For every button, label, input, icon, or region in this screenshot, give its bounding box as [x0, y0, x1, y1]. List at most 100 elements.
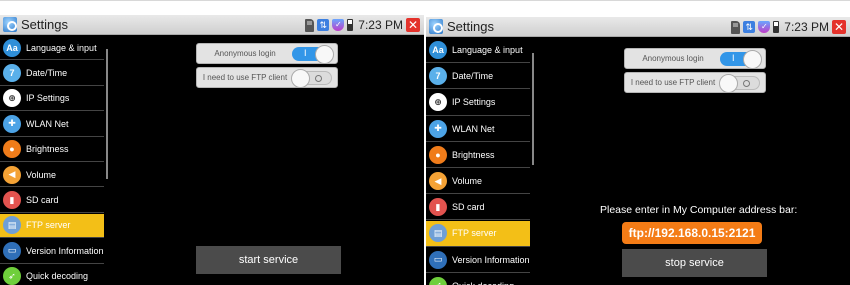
- sidebar-item-version-information[interactable]: ▭ Version Information: [0, 239, 104, 264]
- sidebar-item-label: WLAN Net: [452, 123, 495, 134]
- sidebar-item-label: Date/Time: [26, 68, 68, 79]
- anonymous-login-option[interactable]: Anonymous login: [624, 48, 766, 69]
- sidebar-item-label: Quick decoding: [26, 271, 89, 282]
- battery-icon: [773, 21, 780, 33]
- clock: 7:23 PM: [358, 18, 403, 32]
- anonymous-login-label: Anonymous login: [214, 49, 276, 58]
- calendar-icon: 7: [3, 64, 21, 83]
- sidebar-item-label: Language & input: [452, 45, 523, 56]
- ftp-client-option[interactable]: I need to use FTP client: [624, 72, 766, 93]
- sidebar-item-quick-decoding[interactable]: ➶ Quick decoding: [0, 265, 104, 285]
- status-bar: Settings ⇅ ✓ 7:23 PM ✕: [0, 15, 424, 35]
- sd-icon: ▮: [429, 198, 447, 217]
- sidebar-item-version-information[interactable]: ▭ Version Information: [426, 248, 530, 273]
- calendar-icon: 7: [429, 67, 447, 86]
- sidebar-item-label: Volume: [452, 176, 483, 187]
- sidebar-item-wlan-net[interactable]: ✚ WLAN Net: [426, 117, 530, 142]
- sidebar-item-label: Brightness: [452, 149, 495, 160]
- app-title: Settings: [447, 19, 494, 34]
- sd-card-icon: [305, 18, 315, 32]
- sidebar-item-language-input[interactable]: Aa Language & input: [0, 36, 104, 61]
- anonymous-login-option[interactable]: Anonymous login: [196, 43, 338, 64]
- sidebar-item-label: FTP server: [26, 220, 71, 231]
- sidebar-item-ftp-server[interactable]: ▤ FTP server: [0, 213, 104, 239]
- ftp-icon: ▤: [3, 216, 21, 235]
- sd-icon: ▮: [3, 191, 21, 210]
- sidebar-item-volume[interactable]: ◀ Volume: [0, 163, 104, 188]
- sidebar-item-label: Brightness: [26, 144, 69, 155]
- sidebar-item-label: Version Information: [26, 245, 104, 256]
- sidebar-item-label: Date/Time: [452, 71, 494, 82]
- network-icon: ⊕: [3, 89, 21, 108]
- sidebar-item-label: IP Settings: [452, 97, 496, 108]
- sidebar-item-sd-card[interactable]: ▮ SD card: [0, 188, 104, 213]
- sidebar-item-ip-settings[interactable]: ⊕ IP Settings: [426, 90, 530, 116]
- sidebar-scrollbar[interactable]: [106, 49, 108, 179]
- ftp-icon: ▤: [429, 224, 447, 243]
- close-icon[interactable]: ✕: [406, 18, 420, 32]
- close-icon[interactable]: ✕: [832, 20, 846, 34]
- sidebar-item-label: Language & input: [26, 42, 97, 53]
- rocket-icon: ➶: [429, 276, 447, 285]
- volume-icon: ◀: [429, 172, 447, 191]
- clock: 7:23 PM: [784, 20, 829, 34]
- settings-app-icon: [3, 17, 17, 32]
- sidebar-item-volume[interactable]: ◀ Volume: [426, 169, 530, 195]
- shield-icon: ✓: [332, 19, 345, 31]
- sidebar-item-ftp-server[interactable]: ▤ FTP server: [426, 221, 530, 247]
- stop-service-button[interactable]: stop service: [622, 249, 767, 277]
- network-icon: ⊕: [429, 93, 447, 112]
- address-bar-hint: Please enter in My Computer address bar:: [600, 204, 798, 216]
- anonymous-login-toggle[interactable]: [292, 45, 334, 64]
- sidebar-item-label: IP Settings: [26, 93, 70, 104]
- info-icon: ▭: [3, 241, 21, 260]
- ftp-client-toggle[interactable]: [719, 74, 760, 93]
- language-icon: Aa: [429, 41, 447, 60]
- ftp-client-label: I need to use FTP client: [630, 78, 716, 87]
- volume-icon: ◀: [3, 165, 21, 184]
- settings-screen-ftp-running: Settings ⇅ ✓ 7:23 PM ✕ Aa Language & inpu…: [426, 17, 850, 285]
- sidebar-item-date-time[interactable]: 7 Date/Time: [0, 61, 104, 86]
- sidebar-item-label: WLAN Net: [26, 118, 69, 129]
- brightness-icon: ●: [3, 140, 21, 159]
- sidebar-item-brightness[interactable]: ● Brightness: [0, 138, 104, 162]
- settings-sidebar: Aa Language & input 7 Date/Time ⊕ IP Settings…: [0, 36, 104, 285]
- sidebar-item-brightness[interactable]: ● Brightness: [426, 143, 530, 168]
- settings-app-icon: [429, 19, 443, 34]
- app-title: Settings: [21, 17, 68, 32]
- rocket-icon: ➶: [3, 267, 21, 285]
- sidebar-item-label: SD card: [26, 195, 59, 206]
- wifi-icon: ✚: [429, 119, 447, 138]
- usb-icon: ⇅: [317, 19, 330, 31]
- battery-icon: [347, 19, 354, 31]
- ftp-content-panel: Anonymous login I need to use FTP client…: [536, 38, 850, 285]
- sidebar-item-label: Version Information: [452, 254, 530, 265]
- top-divider: [0, 0, 850, 1]
- wifi-icon: ✚: [3, 114, 21, 133]
- sidebar-item-quick-decoding[interactable]: ➶ Quick decoding: [426, 274, 530, 285]
- ftp-client-option[interactable]: I need to use FTP client: [196, 67, 338, 88]
- sidebar-item-language-input[interactable]: Aa Language & input: [426, 38, 530, 64]
- sidebar-item-ip-settings[interactable]: ⊕ IP Settings: [0, 87, 104, 112]
- ftp-content-panel: Anonymous login I need to use FTP client…: [110, 36, 424, 285]
- sidebar-scrollbar[interactable]: [532, 53, 534, 165]
- shield-icon: ✓: [758, 21, 771, 33]
- sidebar-item-sd-card[interactable]: ▮ SD card: [426, 195, 530, 221]
- settings-screen-ftp-stopped: Settings ⇅ ✓ 7:23 PM ✕ Aa Language & inpu…: [0, 15, 424, 285]
- sidebar-item-date-time[interactable]: 7 Date/Time: [426, 64, 530, 90]
- info-icon: ▭: [429, 250, 447, 269]
- anonymous-login-label: Anonymous login: [642, 54, 704, 63]
- ftp-address-badge: ftp://192.168.0.15:2121: [622, 222, 762, 244]
- sidebar-item-label: SD card: [452, 202, 485, 213]
- settings-sidebar: Aa Language & input 7 Date/Time ⊕ IP Settings…: [426, 38, 530, 285]
- anonymous-login-toggle[interactable]: [720, 50, 762, 69]
- start-service-button[interactable]: start service: [196, 246, 341, 274]
- status-bar: Settings ⇅ ✓ 7:23 PM ✕: [426, 17, 850, 37]
- brightness-icon: ●: [429, 145, 447, 164]
- sidebar-item-label: FTP server: [452, 228, 497, 239]
- sidebar-item-wlan-net[interactable]: ✚ WLAN Net: [0, 112, 104, 137]
- sidebar-item-label: Volume: [26, 169, 57, 180]
- ftp-client-toggle[interactable]: [291, 69, 332, 88]
- ftp-client-label: I need to use FTP client: [202, 73, 288, 82]
- language-icon: Aa: [3, 38, 21, 57]
